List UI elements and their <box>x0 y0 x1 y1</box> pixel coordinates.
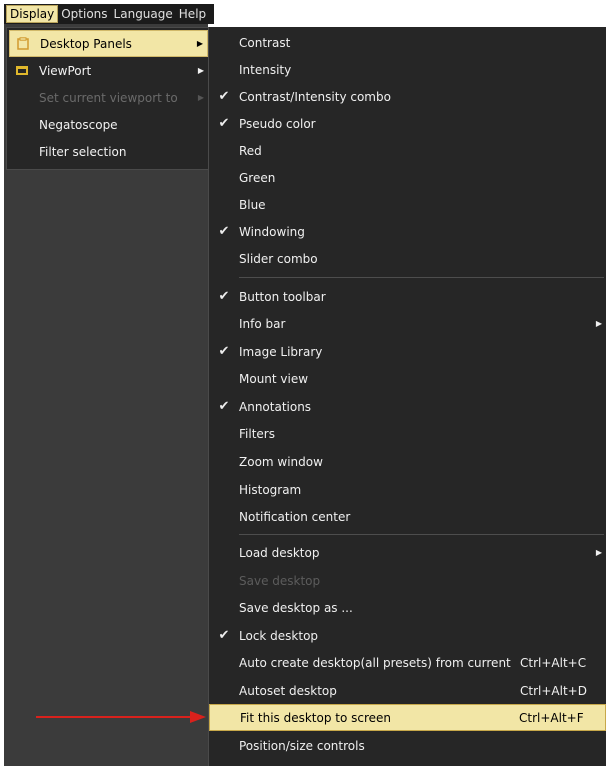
menu-item-label: Negatoscope <box>39 117 118 132</box>
menu-item-intensity[interactable]: Intensity <box>209 56 606 83</box>
menu-options[interactable]: Options <box>58 6 110 22</box>
menu-item-label: Image Library <box>239 344 323 359</box>
menu-item-label: Desktop Panels <box>40 36 132 51</box>
submenu-arrow-icon: ▶ <box>595 548 603 557</box>
menu-help[interactable]: Help <box>176 6 209 22</box>
menu-item-histogram[interactable]: Histogram <box>209 476 606 503</box>
menu-item-label: Green <box>239 170 276 185</box>
submenu-arrow-icon: ▶ <box>196 39 204 48</box>
menu-item-blue[interactable]: Blue <box>209 191 606 218</box>
menu-item-label: Fit this desktop to screen <box>240 710 392 725</box>
menu-item-label: Save desktop as ... <box>239 600 353 615</box>
menu-item-label: ViewPort <box>39 63 92 78</box>
menu-item-load-desktop[interactable]: Load desktop ▶ <box>209 539 606 566</box>
menu-item-autoset-desktop[interactable]: Autoset desktop Ctrl+Alt+D <box>209 677 606 704</box>
menu-item-save-desktop: Save desktop <box>209 567 606 594</box>
menu-item-label: Set current viewport to <box>39 90 178 105</box>
menu-item-label: Red <box>239 143 262 158</box>
menu-item-image-library[interactable]: ✔ Image Library <box>209 338 606 365</box>
menu-item-label: Intensity <box>239 62 292 77</box>
menu-item-contrast-intensity-combo[interactable]: ✔ Contrast/Intensity combo <box>209 83 606 110</box>
menu-item-label: Windowing <box>239 224 305 239</box>
menu-item-label: Position/size controls <box>239 738 365 753</box>
menu-item-auto-create-desktop[interactable]: Auto create desktop(all presets) from cu… <box>209 649 606 676</box>
menu-item-info-bar[interactable]: Info bar ▶ <box>209 310 606 337</box>
menu-item-label: Blue <box>239 197 266 212</box>
menu-item-fit-desktop-to-screen[interactable]: Fit this desktop to screen Ctrl+Alt+F <box>209 704 606 731</box>
menu-item-pseudo-color[interactable]: ✔ Pseudo color <box>209 110 606 137</box>
menu-item-filter-selection[interactable]: Filter selection <box>9 138 208 165</box>
menu-item-label: Slider combo <box>239 251 318 266</box>
menu-item-green[interactable]: Green <box>209 164 606 191</box>
menu-item-red[interactable]: Red <box>209 137 606 164</box>
menu-item-zoom-window[interactable]: Zoom window <box>209 448 606 475</box>
menu-item-label: Notification center <box>239 509 351 524</box>
shortcut-label: Ctrl+Alt+F <box>519 710 584 725</box>
checkmark-icon: ✔ <box>218 344 230 359</box>
menu-item-button-toolbar[interactable]: ✔ Button toolbar <box>209 283 606 310</box>
menu-item-filters[interactable]: Filters <box>209 420 606 447</box>
desktop-panels-icon <box>10 36 36 51</box>
menu-separator <box>239 534 604 535</box>
menu-item-label: Load desktop <box>239 545 320 560</box>
display-menu: Desktop Panels ▶ ViewPort ▶ Set current … <box>6 27 211 170</box>
menu-bar: Display Options Language Help <box>4 4 214 24</box>
menu-display[interactable]: Display <box>6 5 59 23</box>
desktop-panels-submenu: Contrast Intensity ✔ Contrast/Intensity c… <box>208 27 606 766</box>
checkmark-icon: ✔ <box>218 89 230 104</box>
menu-item-label: Filters <box>239 426 275 441</box>
menu-item-lock-desktop[interactable]: ✔ Lock desktop <box>209 622 606 649</box>
menu-item-notification-center[interactable]: Notification center <box>209 503 606 530</box>
menu-item-label: Contrast/Intensity combo <box>239 89 391 104</box>
submenu-arrow-icon: ▶ <box>595 319 603 328</box>
annotation-arrow-icon <box>36 711 206 723</box>
menu-item-set-current-viewport: Set current viewport to ▶ <box>9 84 208 111</box>
checkmark-icon: ✔ <box>218 399 230 414</box>
menu-item-label: Contrast <box>239 35 291 50</box>
menu-item-viewport[interactable]: ViewPort ▶ <box>9 57 208 84</box>
menu-item-label: Mount view <box>239 371 309 386</box>
menu-item-label: Save desktop <box>239 573 321 588</box>
menu-item-label: Filter selection <box>39 144 127 159</box>
menu-item-label: Auto create desktop(all presets) from cu… <box>239 655 511 670</box>
checkmark-icon: ✔ <box>218 628 230 643</box>
menu-item-desktop-panels[interactable]: Desktop Panels ▶ <box>9 30 208 57</box>
menu-item-label: Autoset desktop <box>239 683 337 698</box>
menu-item-position-size-controls[interactable]: Position/size controls <box>209 732 606 759</box>
menu-item-label: Histogram <box>239 482 302 497</box>
menu-item-negatoscope[interactable]: Negatoscope <box>9 111 208 138</box>
checkmark-icon: ✔ <box>218 116 230 131</box>
checkmark-icon: ✔ <box>218 224 230 239</box>
menu-item-annotations[interactable]: ✔ Annotations <box>209 393 606 420</box>
menu-item-label: Annotations <box>239 399 312 414</box>
shortcut-label: Ctrl+Alt+C <box>520 655 587 670</box>
menu-item-label: Lock desktop <box>239 628 319 643</box>
menu-separator <box>239 277 604 278</box>
menu-item-slider-combo[interactable]: Slider combo <box>209 245 606 272</box>
shortcut-label: Ctrl+Alt+D <box>520 683 587 698</box>
submenu-arrow-icon: ▶ <box>197 93 205 102</box>
submenu-arrow-icon: ▶ <box>197 66 205 75</box>
menu-item-save-desktop-as[interactable]: Save desktop as ... <box>209 594 606 621</box>
menu-item-contrast[interactable]: Contrast <box>209 29 606 56</box>
menu-item-mount-view[interactable]: Mount view <box>209 365 606 392</box>
menu-item-label: Info bar <box>239 316 286 331</box>
menu-item-label: Pseudo color <box>239 116 316 131</box>
viewport-icon <box>9 65 35 77</box>
menu-item-label: Zoom window <box>239 454 323 469</box>
menu-item-windowing[interactable]: ✔ Windowing <box>209 218 606 245</box>
menu-item-label: Button toolbar <box>239 289 326 304</box>
checkmark-icon: ✔ <box>218 289 230 304</box>
menu-language[interactable]: Language <box>111 6 176 22</box>
